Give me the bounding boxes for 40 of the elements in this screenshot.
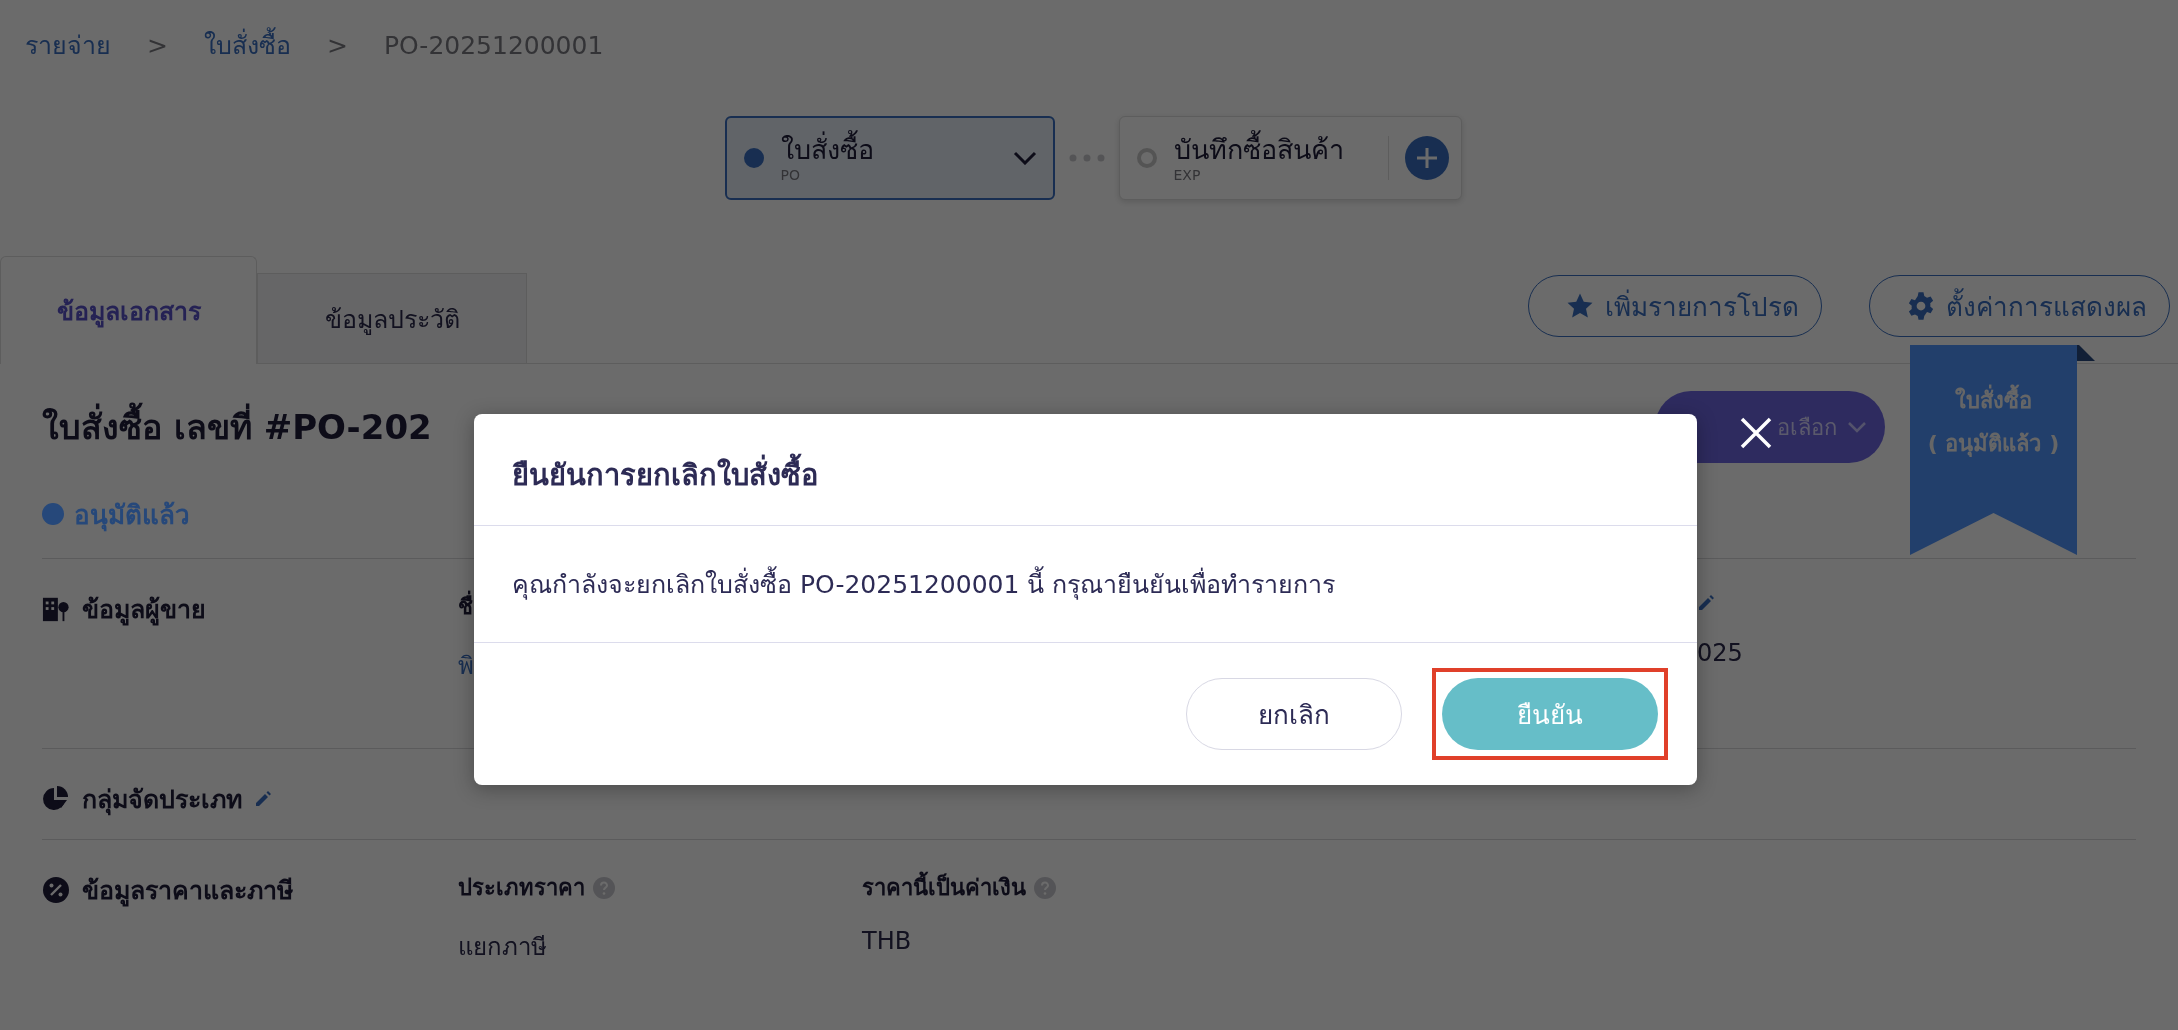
confirm-button[interactable]: ยืนยัน — [1442, 678, 1658, 750]
building-icon — [42, 595, 70, 623]
favorite-button[interactable]: เพิ่มรายการโปรด — [1528, 275, 1822, 337]
section-title: ข้อมูลผู้ขาย — [82, 594, 206, 628]
field-label: ชื่ — [458, 589, 473, 624]
gear-icon — [1906, 291, 1936, 321]
field-value: 025 — [1697, 639, 1744, 667]
tab[interactable]: ข้อมูลประวัติ — [257, 273, 527, 363]
tab[interactable]: ข้อมูลเอกสาร — [0, 256, 257, 364]
field-label: ประเภทราคา — [458, 874, 585, 902]
pie-chart-icon — [42, 785, 70, 813]
field-value: แยกภาษี — [458, 932, 548, 963]
add-icon[interactable] — [1404, 136, 1449, 180]
breadcrumb-link[interactable]: รายจ่าย — [25, 25, 111, 65]
ribbon-title: ใบสั่งซื้อ — [1955, 383, 2032, 418]
edit-icon[interactable] — [254, 790, 272, 808]
field-label: ราคานี้เป็นค่าเงิน — [862, 870, 1026, 905]
ribbon-status: ( อนุมัติแล้ว ) — [1927, 430, 2060, 459]
ribbon-fold-icon — [2077, 345, 2095, 361]
cancel-button[interactable]: ยกเลิก — [1186, 678, 1402, 750]
section-title: กลุ่มจัดประเภท — [82, 784, 242, 818]
document-title: ใบสั่งซื้อ เลขที่ #PO-202 — [42, 400, 432, 454]
settings-button[interactable]: ตั้งค่าการแสดงผล — [1869, 275, 2170, 337]
section-title: ข้อมูลราคาและภาษี — [82, 875, 293, 909]
field-value: THB — [862, 927, 913, 955]
status-dot-icon — [742, 147, 765, 169]
breadcrumb-separator: > — [147, 30, 168, 60]
edit-icon[interactable] — [1697, 594, 1715, 612]
document-step-card[interactable]: บันทึกซื้อสินค้า EXP — [1118, 116, 1462, 200]
breadcrumb-separator: > — [326, 30, 348, 60]
status-label: อนุมัติแล้ว — [74, 498, 190, 534]
dialog-message: คุณกำลังจะยกเลิกใบสั่งซื้อ PO-20251200001 นี้ กรุณายืนยันเพื่อทำรายการ — [474, 526, 1697, 643]
percent-badge-icon — [42, 876, 70, 904]
step-code: EXP — [1173, 167, 1202, 183]
chevron-down-icon[interactable] — [1012, 151, 1037, 165]
breadcrumb-link[interactable]: ใบสั่งซื้อ — [203, 25, 291, 65]
chevron-down-icon — [1847, 421, 1867, 433]
breadcrumb-current: PO-20251200001 — [383, 30, 604, 60]
dialog-title: ยืนยันการยกเลิกใบสั่งซื้อ — [474, 414, 1697, 526]
close-icon[interactable] — [1739, 416, 1773, 450]
